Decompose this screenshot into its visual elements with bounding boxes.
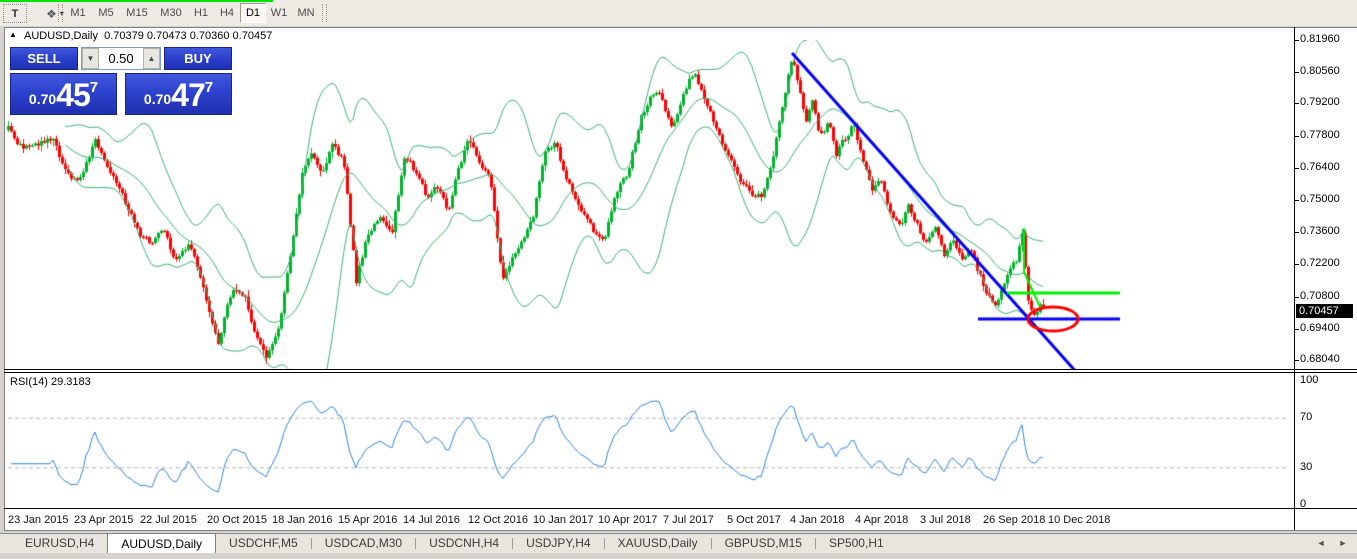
timeframe-button-M5[interactable]: M5	[92, 3, 120, 23]
timeframe-button-MN[interactable]: MN	[292, 3, 320, 23]
price-tick-mark	[1295, 136, 1299, 137]
rsi-scale-label: 100	[1300, 374, 1318, 386]
price-tick-label: 0.80560	[1300, 65, 1340, 77]
timeframe-button-W1[interactable]: W1	[266, 3, 292, 23]
buy-price[interactable]: 0.70477	[125, 73, 232, 115]
one-click-trade-panel: SELL ▼ ▲ BUY 0.70457 0.70477	[10, 47, 232, 115]
symbol-tab-AUDUSD[interactable]: AUDUSD,Daily	[107, 533, 216, 553]
sell-price-sup: 7	[90, 79, 98, 96]
symbol-tab-SP500[interactable]: SP500,H1	[816, 534, 897, 553]
buy-price-sup: 7	[205, 79, 213, 96]
volume-stepper: ▼ ▲	[81, 47, 161, 70]
price-tick-label: 0.79200	[1300, 96, 1340, 108]
buy-price-big: 47	[171, 80, 205, 110]
volume-decrease-button[interactable]: ▼	[82, 48, 99, 69]
symbol-tab-GBPUSD[interactable]: GBPUSD,M15	[712, 534, 815, 553]
time-axis-border	[4, 508, 1357, 509]
price-axis-border	[1294, 27, 1295, 530]
collapse-arrow-icon[interactable]: ▲	[9, 30, 17, 39]
time-tick-label: 14 Jul 2016	[403, 514, 460, 526]
symbol-tab-USDJPY[interactable]: USDJPY,H4	[513, 534, 603, 553]
status-strip	[0, 553, 1357, 559]
rsi-indicator-canvas[interactable]	[6, 374, 1294, 508]
mt4-window: T ❖ ▾ M1M5M15M30H1H4D1W1MN ▲ AUDUSD,Dail…	[0, 0, 1357, 559]
price-tick-label: 0.70800	[1300, 290, 1340, 302]
timeframe-button-D1[interactable]: D1	[240, 3, 266, 23]
price-tick-label: 0.81960	[1300, 33, 1340, 45]
price-tick-mark	[1295, 329, 1299, 330]
sell-price-small: 0.70	[29, 91, 56, 107]
current-price-badge: 0.70457	[1296, 304, 1353, 318]
rsi-label: RSI(14) 29.3183	[10, 376, 91, 388]
toolbar: T ❖ ▾ M1M5M15M30H1H4D1W1MN	[0, 0, 1357, 26]
timeframe-button-M30[interactable]: M30	[154, 3, 188, 23]
sell-price[interactable]: 0.70457	[10, 73, 117, 115]
timeframe-button-H1[interactable]: H1	[188, 3, 214, 23]
symbol-tab-XAUUSD[interactable]: XAUUSD,Daily	[605, 534, 711, 553]
price-tick-label: 0.69400	[1300, 322, 1340, 334]
time-tick-label: 26 Sep 2018	[983, 514, 1045, 526]
time-tick-label: 15 Apr 2016	[338, 514, 397, 526]
toolbar-separator	[58, 4, 63, 22]
price-tick-mark	[1295, 360, 1299, 361]
price-tick-mark	[1295, 72, 1299, 73]
timeframe-button-M1[interactable]: M1	[64, 3, 92, 23]
symbol-tab-bar: EURUSD,H4AUDUSD,DailyUSDCHF,M5USDCAD,M30…	[0, 533, 1357, 553]
timeframe-button-H4[interactable]: H4	[214, 3, 240, 23]
time-tick-label: 22 Jul 2015	[140, 514, 197, 526]
price-tick-mark	[1295, 103, 1299, 104]
price-tick-mark	[1295, 297, 1299, 298]
rsi-scale-label: 30	[1300, 461, 1312, 473]
rsi-scale-label: 70	[1300, 411, 1312, 423]
symbol-tab-USDCHF[interactable]: USDCHF,M5	[216, 534, 311, 553]
tab-bar-pad	[0, 534, 12, 553]
time-tick-label: 7 Jul 2017	[663, 514, 714, 526]
time-tick-label: 5 Oct 2017	[727, 514, 781, 526]
tab-scroll-left-button[interactable]: ◄	[1312, 536, 1330, 551]
price-tick-label: 0.75000	[1300, 193, 1340, 205]
price-tick-label: 0.76400	[1300, 161, 1340, 173]
rsi-scale-label: 0	[1300, 498, 1306, 510]
time-tick-label: 23 Jan 2015	[8, 514, 69, 526]
time-tick-label: 10 Jan 2017	[533, 514, 594, 526]
price-tick-label: 0.73600	[1300, 225, 1340, 237]
price-tick-label: 0.72200	[1300, 257, 1340, 269]
draw-shapes-icon: ❖	[46, 7, 57, 21]
text-tool-button[interactable]: T	[3, 4, 27, 23]
time-tick-label: 10 Apr 2017	[598, 514, 657, 526]
sell-price-big: 45	[56, 80, 90, 110]
symbol-tab-USDCAD[interactable]: USDCAD,M30	[312, 534, 415, 553]
price-tick-mark	[1295, 168, 1299, 169]
time-tick-label: 4 Apr 2018	[855, 514, 908, 526]
buy-button[interactable]: BUY	[164, 47, 232, 70]
time-tick-label: 3 Jul 2018	[920, 514, 971, 526]
price-tick-label: 0.77800	[1300, 129, 1340, 141]
pane-separator[interactable]	[4, 372, 1357, 373]
time-tick-label: 20 Oct 2015	[207, 514, 267, 526]
volume-input[interactable]	[99, 48, 143, 69]
toolbar-separator	[322, 4, 327, 22]
symbol-tab-EURUSD[interactable]: EURUSD,H4	[12, 534, 107, 553]
time-tick-label: 12 Oct 2016	[468, 514, 528, 526]
window-top-accent-line	[0, 0, 273, 2]
sell-button[interactable]: SELL	[10, 47, 78, 70]
buy-price-small: 0.70	[144, 91, 171, 107]
price-tick-mark	[1295, 264, 1299, 265]
time-tick-label: 18 Jan 2016	[272, 514, 333, 526]
pane-separator[interactable]	[4, 369, 1357, 370]
price-tick-mark	[1295, 232, 1299, 233]
price-tick-mark	[1295, 200, 1299, 201]
tab-scroll-right-button[interactable]: ►	[1334, 536, 1352, 551]
time-tick-label: 23 Apr 2015	[74, 514, 133, 526]
price-tick-label: 0.68040	[1300, 353, 1340, 365]
volume-increase-button[interactable]: ▲	[143, 48, 160, 69]
time-tick-label: 10 Dec 2018	[1048, 514, 1110, 526]
time-tick-label: 4 Jan 2018	[790, 514, 844, 526]
symbol-tab-USDCNH[interactable]: USDCNH,H4	[416, 534, 512, 553]
timeframe-button-M15[interactable]: M15	[120, 3, 154, 23]
price-tick-mark	[1295, 40, 1299, 41]
